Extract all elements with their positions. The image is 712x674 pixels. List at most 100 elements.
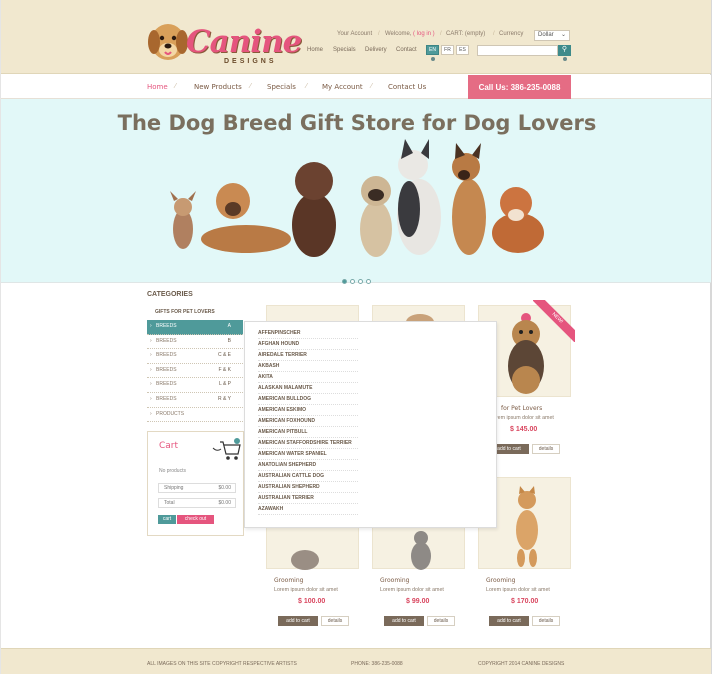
top-nav-contact[interactable]: Contact [396, 47, 417, 53]
footer-copyright: COPYRIGHT 2014 CANINE DESIGNS [478, 661, 565, 667]
breed-link[interactable]: AFFENPINSCHER [258, 328, 358, 339]
details-button[interactable]: details [532, 444, 560, 454]
shipping-row: Shipping $0.00 [158, 483, 236, 493]
breed-link[interactable]: ANATOLIAN SHEPHERD [258, 460, 358, 471]
category-label: BREEDS [156, 352, 177, 359]
details-button[interactable]: details [427, 616, 455, 626]
breed-link[interactable]: AKBASH [258, 361, 358, 372]
category-item[interactable]: › BREEDS F & K [147, 364, 243, 379]
logo-subtitle: DESIGNS [224, 58, 277, 65]
breed-link[interactable]: AMERICAN STAFFORDSHIRE TERRIER [258, 438, 358, 449]
breed-link[interactable]: AUSTRALIAN CATTLE DOG [258, 471, 358, 482]
add-to-cart-button[interactable]: add to cart [278, 616, 318, 626]
lang-en-button[interactable]: EN [426, 45, 439, 55]
footer-phone: PHONE: 386-235-0088 [351, 661, 403, 667]
product-title[interactable]: Grooming [380, 577, 409, 584]
carousel-dot[interactable] [358, 279, 363, 284]
product-title[interactable]: Grooming [274, 577, 303, 584]
checkout-button[interactable]: check out [177, 515, 214, 524]
breed-link[interactable]: AZAWAKH [258, 504, 358, 515]
top-nav-delivery[interactable]: Delivery [365, 47, 387, 53]
cart-status-link[interactable]: CART: (empty) [446, 31, 485, 37]
pencil-icon: ⁄ [306, 83, 308, 90]
chevron-right-icon: › [150, 366, 152, 373]
carousel-dot[interactable] [342, 279, 347, 284]
category-range: C & E [217, 352, 231, 359]
new-badge: NEW! [533, 300, 575, 342]
header: Canine DESIGNS Your Account / Welcome, (… [1, 0, 711, 74]
product-description: Lorem ipsum dolor sit amet [490, 415, 554, 421]
divider-icon: / [440, 31, 442, 37]
currency-value: Dollar [538, 32, 554, 38]
menu-specials[interactable]: Specials [267, 83, 296, 91]
dogs-group-image [170, 139, 544, 257]
breed-link[interactable]: AIREDALE TERRIER [258, 350, 358, 361]
chevron-right-icon: › [150, 395, 152, 402]
logo[interactable]: Canine DESIGNS [146, 18, 302, 70]
breed-link[interactable]: AKITA [258, 372, 358, 383]
search-icon: ⚲ [561, 46, 568, 53]
details-button[interactable]: details [321, 616, 349, 626]
chevron-down-icon: ⌄ [560, 32, 566, 38]
breed-link[interactable]: AMERICAN PITBULL [258, 427, 358, 438]
footer: ALL IMAGES ON THIS SITE COPYRIGHT RESPEC… [1, 648, 711, 674]
breed-link[interactable]: AMERICAN WATER SPANIEL [258, 449, 358, 460]
breed-link[interactable]: AUSTRALIAN TERRIER [258, 493, 358, 504]
breed-link[interactable]: AMERICAN FOXHOUND [258, 416, 358, 427]
your-account-link[interactable]: Your Account [337, 31, 372, 37]
hero-banner: The Dog Breed Gift Store for Dog Lovers [1, 99, 711, 284]
category-item[interactable]: › BREEDS A [147, 320, 243, 335]
categories-heading: CATEGORIES [147, 291, 193, 298]
currency-select[interactable]: Dollar ⌄ [534, 30, 570, 41]
category-item[interactable]: › BREEDS B [147, 335, 243, 350]
menu-home[interactable]: Home [147, 83, 168, 91]
no-products-text: No products [159, 468, 186, 474]
welcome-text: Welcome, [385, 31, 412, 37]
breed-link[interactable]: AMERICAN ESKIMO [258, 405, 358, 416]
breed-link[interactable]: AUSTRALIAN SHEPHERD [258, 482, 358, 493]
divider-icon: / [493, 31, 495, 37]
breed-link[interactable]: ALASKAN MALAMUTE [258, 383, 358, 394]
category-range: F & K [218, 366, 231, 373]
lang-fr-button[interactable]: FR [441, 45, 454, 55]
gifts-link[interactable]: GIFTS FOR PET LOVERS [155, 309, 215, 315]
category-item[interactable]: › BREEDS R & Y [147, 393, 243, 408]
category-item[interactable]: › BREEDS L & P [147, 378, 243, 393]
banner-title: The Dog Breed Gift Store for Dog Lovers [117, 111, 597, 135]
breed-link[interactable]: AMERICAN BULLDOG [258, 394, 358, 405]
product-title[interactable]: Grooming [486, 577, 515, 584]
lang-es-button[interactable]: ES [456, 45, 469, 55]
category-item[interactable]: › PRODUCTS [147, 408, 243, 423]
product-title[interactable]: for Pet Lovers [501, 405, 542, 412]
menu-new-products[interactable]: New Products [194, 83, 242, 91]
top-nav-home[interactable]: Home [307, 47, 323, 53]
category-range: L & P [218, 381, 231, 388]
currency-label: Currency [499, 31, 524, 37]
search-button[interactable]: ⚲ [558, 45, 571, 56]
menu-contact-us[interactable]: Contact Us [388, 83, 426, 91]
carousel-dot[interactable] [366, 279, 371, 284]
view-cart-button[interactable]: cart [158, 515, 176, 524]
add-to-cart-button[interactable]: add to cart [384, 616, 424, 626]
category-item[interactable]: › BREEDS C & E [147, 349, 243, 364]
carousel-dot[interactable] [350, 279, 355, 284]
pencil-icon: ⁄ [371, 83, 373, 90]
top-nav-specials[interactable]: Specials [333, 47, 356, 53]
chevron-right-icon: › [150, 337, 152, 344]
add-to-cart-button[interactable]: add to cart [489, 616, 529, 626]
login-link[interactable]: ( log in ) [413, 31, 435, 37]
category-label: PRODUCTS [156, 410, 185, 417]
cart-title: Cart [159, 441, 179, 451]
category-range: R & Y [218, 395, 231, 402]
menu-my-account[interactable]: My Account [322, 83, 363, 91]
breed-link[interactable]: AFGHAN HOUND [258, 339, 358, 350]
product-price: $ 100.00 [298, 598, 326, 605]
chevron-right-icon: › [150, 352, 152, 359]
category-label: BREEDS [156, 366, 177, 373]
category-range: B [227, 337, 231, 344]
product-price: $ 170.00 [511, 598, 539, 605]
cat-image [411, 531, 431, 570]
search-input[interactable] [477, 45, 558, 56]
details-button[interactable]: details [532, 616, 560, 626]
product-description: Lorem ipsum dolor sit amet [380, 587, 444, 593]
